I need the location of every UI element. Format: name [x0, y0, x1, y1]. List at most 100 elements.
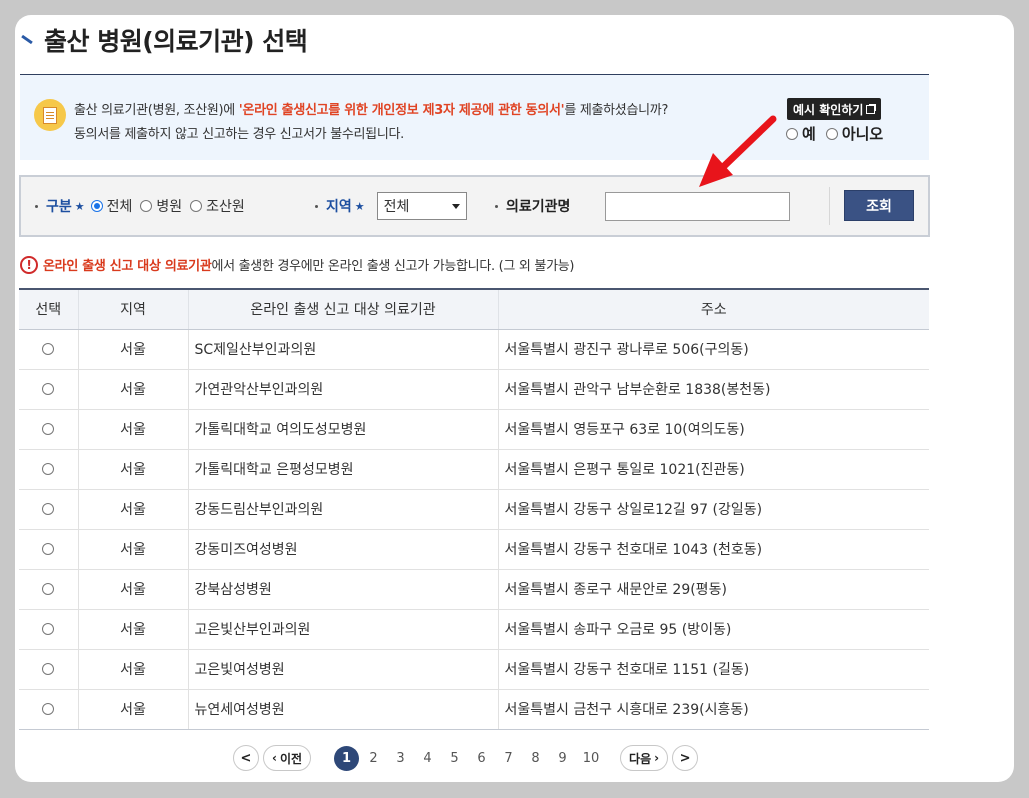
row-institution: 강동드림산부인과의원 [187, 489, 498, 530]
row-address: 서울특별시 종로구 새문안로 29(평동) [497, 569, 929, 610]
page-7[interactable]: 7 [495, 751, 522, 766]
page-6[interactable]: 6 [468, 751, 495, 766]
chevron-left-icon: ‹ [272, 751, 277, 765]
table-row[interactable]: 서울 가톨릭대학교 여의도성모병원 서울특별시 영등포구 63로 10(여의도동… [19, 409, 929, 450]
row-region: 서울 [77, 489, 188, 530]
page-9[interactable]: 9 [549, 751, 576, 766]
consent-text-before: 출산 의료기관(병원, 조산원)에 [74, 103, 239, 118]
row-address: 서울특별시 관악구 남부순환로 1838(봉천동) [497, 369, 929, 410]
row-institution: SC제일산부인과의원 [187, 329, 498, 370]
row-select-cell [19, 609, 78, 650]
row-region: 서울 [77, 649, 188, 690]
category-all-radio[interactable] [90, 200, 103, 212]
row-select-radio[interactable] [42, 543, 55, 555]
page-10[interactable]: 10 [576, 751, 606, 766]
row-address: 서울특별시 광진구 광나루로 506(구의동) [497, 329, 929, 370]
row-select-radio[interactable] [42, 503, 55, 515]
table-row[interactable]: 서울 강동드림산부인과의원 서울특별시 강동구 상일로12길 97 (강일동) [19, 489, 929, 530]
consent-yes-label: 예 [802, 125, 816, 143]
category-option-all[interactable]: 전체 [90, 196, 133, 216]
title-mark-icon [20, 35, 34, 45]
last-page-icon[interactable]: > [672, 745, 699, 771]
table-row[interactable]: 서울 가톨릭대학교 은평성모병원 서울특별시 은평구 통일로 1021(진관동) [19, 449, 929, 490]
table-row[interactable]: 서울 SC제일산부인과의원 서울특별시 광진구 광나루로 506(구의동) [19, 329, 929, 370]
category-option-hospital[interactable]: 병원 [140, 196, 182, 216]
category-label: 구분 [46, 199, 72, 215]
row-select-radio[interactable] [42, 463, 55, 475]
category-filter: 구분 ★ 전체 병원 조산원 [35, 177, 245, 235]
table-row[interactable]: 서울 고은빛여성병원 서울특별시 강동구 천호대로 1151 (길동) [19, 649, 929, 690]
col-header-address: 주소 [497, 288, 929, 330]
row-select-cell [19, 529, 78, 570]
row-region: 서울 [77, 449, 188, 490]
pagination: < ‹ 이전 1 2 3 4 5 6 7 8 9 10 다음 › > [233, 744, 699, 772]
annotation-arrow-icon [699, 115, 777, 187]
row-institution: 강북삼성병원 [187, 569, 498, 610]
row-select-radio[interactable] [42, 663, 55, 675]
consent-question: 출산 의료기관(병원, 조산원)에 '온라인 출생신고를 위한 개인정보 제3자… [74, 99, 668, 118]
table-header-row: 선택 지역 온라인 출생 신고 대상 의료기관 주소 [19, 288, 929, 330]
row-address: 서울특별시 송파구 오금로 95 (방이동) [497, 609, 929, 650]
row-region: 서울 [77, 369, 188, 410]
row-select-radio[interactable] [42, 623, 55, 635]
table-row[interactable]: 서울 가연관악산부인과의원 서울특별시 관악구 남부순환로 1838(봉천동) [19, 369, 929, 410]
row-select-cell [19, 649, 78, 690]
institution-label: 의료기관명 [506, 199, 571, 215]
divider [829, 187, 830, 225]
consent-no-radio[interactable] [825, 127, 838, 140]
document-icon [34, 99, 66, 131]
institution-filter: 의료기관명 [495, 177, 570, 235]
category-midwife-radio[interactable] [190, 200, 203, 212]
row-region: 서울 [77, 529, 188, 570]
prev-page-button[interactable]: ‹ 이전 [263, 745, 312, 771]
row-institution: 뉴연세여성병원 [187, 689, 498, 730]
notice-highlight: 온라인 출생 신고 대상 의료기관 [43, 259, 212, 274]
table-row[interactable]: 서울 강북삼성병원 서울특별시 종로구 새문안로 29(평동) [19, 569, 929, 610]
required-star-icon: ★ [74, 199, 85, 213]
row-institution: 강동미즈여성병원 [187, 529, 498, 570]
page-8[interactable]: 8 [522, 751, 549, 766]
table-row[interactable]: 서울 뉴연세여성병원 서울특별시 금천구 시흥대로 239(시흥동) [19, 689, 929, 730]
bullet-icon [495, 204, 498, 208]
row-institution: 가연관악산부인과의원 [187, 369, 498, 410]
prev-page-label: 이전 [279, 751, 303, 766]
region-select[interactable]: 전체 [376, 192, 467, 220]
row-institution: 고은빛산부인과의원 [187, 609, 498, 650]
category-option-midwife[interactable]: 조산원 [190, 196, 245, 216]
notice-text: 에서 출생한 경우에만 온라인 출생 신고가 가능합니다. (그 외 불가능) [211, 259, 575, 274]
page-1[interactable]: 1 [334, 745, 360, 771]
row-select-radio[interactable] [42, 703, 55, 715]
consent-radio-group: 예 아니오 [786, 123, 883, 144]
example-view-button[interactable]: 예시 확인하기 [787, 98, 882, 120]
table-row[interactable]: 서울 고은빛산부인과의원 서울특별시 송파구 오금로 95 (방이동) [19, 609, 929, 650]
row-select-radio[interactable] [42, 383, 55, 395]
institution-name-input[interactable] [605, 191, 790, 221]
row-address: 서울특별시 강동구 천호대로 1151 (길동) [497, 649, 929, 690]
category-all-label: 전체 [106, 199, 133, 215]
search-button[interactable]: 조회 [844, 190, 914, 221]
next-page-label: 다음 [629, 751, 652, 766]
col-header-region: 지역 [77, 288, 188, 330]
table-row[interactable]: 서울 강동미즈여성병원 서울특별시 강동구 천호대로 1043 (천호동) [19, 529, 929, 570]
bullet-icon [35, 204, 38, 208]
row-select-cell [19, 329, 78, 370]
row-select-radio[interactable] [42, 423, 55, 435]
row-select-radio[interactable] [42, 583, 55, 595]
first-page-icon[interactable]: < [233, 745, 259, 771]
page-2[interactable]: 2 [360, 751, 387, 766]
page-5[interactable]: 5 [441, 751, 468, 766]
next-page-button[interactable]: 다음 › [620, 745, 669, 771]
hospital-select-modal: 출산 병원(의료기관) 선택 출산 의료기관(병원, 조산원)에 '온라인 출생… [15, 15, 1014, 782]
row-address: 서울특별시 은평구 통일로 1021(진관동) [497, 449, 929, 490]
external-link-icon [866, 103, 877, 114]
page-4[interactable]: 4 [414, 751, 441, 766]
hospital-table: 선택 지역 온라인 출생 신고 대상 의료기관 주소 서울 SC제일산부인과의원… [19, 288, 929, 730]
row-select-cell [19, 689, 78, 730]
page-3[interactable]: 3 [387, 751, 414, 766]
consent-no-label: 아니오 [841, 125, 884, 143]
chevron-right-icon: › [654, 751, 660, 765]
row-select-radio[interactable] [42, 343, 55, 355]
category-hospital-radio[interactable] [140, 200, 153, 212]
row-region: 서울 [77, 569, 188, 610]
consent-no-option[interactable]: 아니오 [825, 123, 884, 144]
